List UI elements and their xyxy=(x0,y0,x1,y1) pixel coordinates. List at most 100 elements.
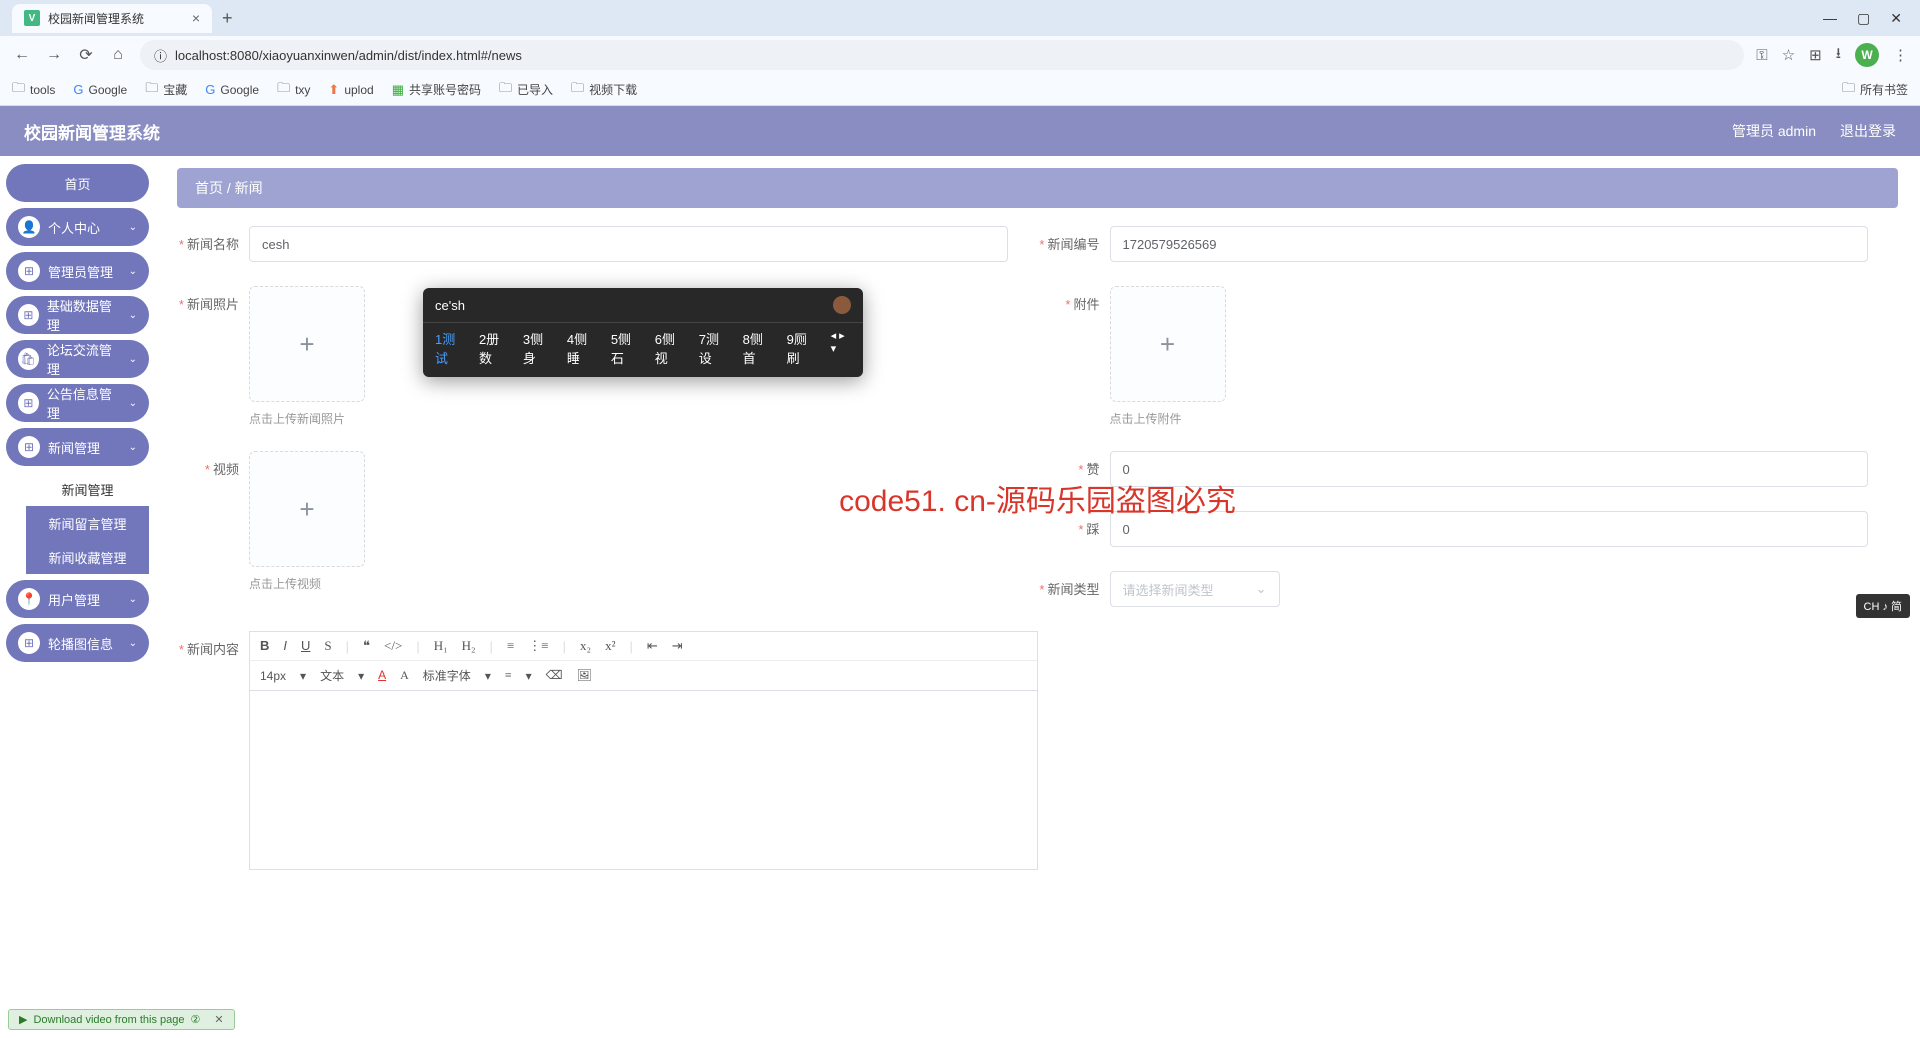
sidebar-item-profile[interactable]: 👤 个人中心 ⌄ xyxy=(6,208,149,246)
news-type-select[interactable]: 请选择新闻类型 ⌄ xyxy=(1110,571,1280,607)
profile-badge[interactable]: W xyxy=(1855,43,1879,67)
bookmark-item[interactable]: 🗀宝藏 xyxy=(145,79,187,101)
location-icon: 📍 xyxy=(18,588,40,610)
list-ordered-button[interactable]: ≡ xyxy=(507,638,514,654)
submenu-news-favorite[interactable]: 新闻收藏管理 xyxy=(26,540,149,574)
ime-candidate[interactable]: 1测试 xyxy=(435,329,465,367)
quote-button[interactable]: ❝ xyxy=(363,638,370,654)
sidebar-home[interactable]: 首页 xyxy=(6,164,149,202)
h1-button[interactable]: H₁ xyxy=(434,638,448,654)
bookmark-item[interactable]: 🗀已导入 xyxy=(499,79,553,101)
url-box[interactable]: ⓘ localhost:8080/xiaoyuanxinwen/admin/di… xyxy=(140,40,1744,70)
back-button[interactable]: ← xyxy=(12,46,32,64)
logout-link[interactable]: 退出登录 xyxy=(1840,121,1896,141)
breadcrumb-home[interactable]: 首页 xyxy=(195,180,223,196)
code-button[interactable]: </> xyxy=(384,638,402,654)
site-info-icon[interactable]: ⓘ xyxy=(154,46,167,65)
bold-button[interactable]: B xyxy=(260,638,269,654)
image-button[interactable]: 🖼 xyxy=(577,668,592,683)
label-news-content: 新闻内容 xyxy=(177,631,249,658)
submenu-news-manage[interactable]: 新闻管理 xyxy=(26,472,149,506)
clear-button[interactable]: ⌫ xyxy=(546,668,563,683)
window-controls: — ▢ ✕ xyxy=(1823,10,1912,27)
new-tab-button[interactable]: + xyxy=(222,8,233,29)
like-input[interactable] xyxy=(1110,451,1869,487)
sidebar-item-basedata[interactable]: ⊞ 基础数据管理 ⌄ xyxy=(6,296,149,334)
ime-candidate[interactable]: 9厕刷 xyxy=(787,329,817,367)
news-code-input[interactable] xyxy=(1110,226,1869,262)
list-bullet-button[interactable]: ⋮≡ xyxy=(528,638,548,654)
grid-icon: ⊞ xyxy=(18,304,39,326)
upload-attachment[interactable]: + xyxy=(1110,286,1226,402)
ime-emoji-icon[interactable] xyxy=(833,296,851,314)
font-family-select[interactable]: 标准字体 xyxy=(423,667,471,684)
bookmark-item[interactable]: ⬆uplod xyxy=(328,82,373,98)
minimize-button[interactable]: — xyxy=(1823,10,1837,27)
font-size-select[interactable]: 14px xyxy=(260,669,286,683)
bookmark-item[interactable]: 🗀txy xyxy=(277,79,310,101)
underline-button[interactable]: U xyxy=(301,638,310,654)
extensions-icon[interactable]: ⊞ xyxy=(1809,46,1822,64)
chevron-down-icon: ⌄ xyxy=(129,442,137,453)
home-button[interactable]: ⌂ xyxy=(108,46,128,64)
sidebar-item-news[interactable]: ⊞ 新闻管理 ⌄ xyxy=(6,428,149,466)
ime-candidate[interactable]: 7测设 xyxy=(699,329,729,367)
all-bookmarks[interactable]: 🗀所有书签 xyxy=(1842,79,1908,101)
browser-chrome: V 校园新闻管理系统 × + — ▢ ✕ ← → ⟳ ⌂ ⓘ localhost… xyxy=(0,0,1920,106)
h2-button[interactable]: H₂ xyxy=(462,638,476,654)
browser-tab[interactable]: V 校园新闻管理系统 × xyxy=(12,4,212,33)
reload-button[interactable]: ⟳ xyxy=(76,45,96,65)
menu-icon[interactable]: ⋮ xyxy=(1893,46,1908,64)
bookmark-item[interactable]: ▦共享账号密码 xyxy=(392,81,481,98)
dislike-input[interactable] xyxy=(1110,511,1869,547)
ime-candidate[interactable]: 2册数 xyxy=(479,329,509,367)
plus-icon: + xyxy=(299,329,314,360)
close-icon[interactable]: × xyxy=(192,10,200,26)
lang-badge[interactable]: CH ♪ 简 xyxy=(1856,594,1911,618)
bookmark-item[interactable]: 🗀tools xyxy=(12,79,55,101)
editor-body[interactable] xyxy=(249,690,1038,870)
ime-candidate[interactable]: 4侧睡 xyxy=(567,329,597,367)
address-bar: ← → ⟳ ⌂ ⓘ localhost:8080/xiaoyuanxinwen/… xyxy=(0,36,1920,74)
sidebar-item-forum[interactable]: 🛍 论坛交流管理 ⌄ xyxy=(6,340,149,378)
user-label[interactable]: 管理员 admin xyxy=(1732,121,1816,141)
upload-video[interactable]: + xyxy=(249,451,365,567)
ime-popup: ce'sh 1测试 2册数 3侧身 4侧睡 5侧石 6侧视 7测设 8侧首 9厕… xyxy=(423,288,863,377)
bgcolor-button[interactable]: A xyxy=(400,668,409,683)
news-name-input[interactable] xyxy=(249,226,1008,262)
grid-icon: ⊞ xyxy=(18,260,40,282)
italic-button[interactable]: I xyxy=(283,638,287,654)
indent-button[interactable]: ⇤ xyxy=(647,638,658,654)
color-button[interactable]: A xyxy=(378,668,386,683)
forward-button[interactable]: → xyxy=(44,46,64,64)
ime-candidate[interactable]: 6侧视 xyxy=(655,329,685,367)
password-icon[interactable]: ⚿ xyxy=(1756,47,1767,64)
bookmark-item[interactable]: GGoogle xyxy=(73,82,127,97)
sidebar-item-announce[interactable]: ⊞ 公告信息管理 ⌄ xyxy=(6,384,149,422)
close-icon[interactable]: ✕ xyxy=(214,1013,223,1026)
sidebar-item-carousel[interactable]: ⊞ 轮播图信息 ⌄ xyxy=(6,624,149,662)
close-window-button[interactable]: ✕ xyxy=(1890,10,1902,27)
tab-title: 校园新闻管理系统 xyxy=(48,10,184,27)
ime-candidate[interactable]: 5侧石 xyxy=(611,329,641,367)
ime-nav[interactable]: ◂ ▸ ▾ xyxy=(831,329,851,367)
submenu-news-comment[interactable]: 新闻留言管理 xyxy=(26,506,149,540)
outdent-button[interactable]: ⇥ xyxy=(672,638,683,654)
sidebar-item-user[interactable]: 📍 用户管理 ⌄ xyxy=(6,580,149,618)
upload-photo[interactable]: + xyxy=(249,286,365,402)
superscript-button[interactable]: x² xyxy=(605,638,615,654)
align-button[interactable]: ≡ xyxy=(505,668,512,683)
font-type-select[interactable]: 文本 xyxy=(320,667,344,684)
bookmarks-bar: 🗀tools GGoogle 🗀宝藏 GGoogle 🗀txy ⬆uplod ▦… xyxy=(0,74,1920,106)
strike-button[interactable]: S xyxy=(324,638,331,654)
bookmark-item[interactable]: 🗀视频下载 xyxy=(571,79,637,101)
sidebar-item-admin[interactable]: ⊞ 管理员管理 ⌄ xyxy=(6,252,149,290)
download-icon[interactable]: ⭳ xyxy=(1836,43,1841,68)
maximize-button[interactable]: ▢ xyxy=(1857,10,1870,27)
ime-candidate[interactable]: 3侧身 xyxy=(523,329,553,367)
bookmark-item[interactable]: GGoogle xyxy=(205,82,259,97)
download-banner[interactable]: ▶ Download video from this page ② ✕ xyxy=(8,1009,235,1030)
ime-candidate[interactable]: 8侧首 xyxy=(743,329,773,367)
subscript-button[interactable]: x₂ xyxy=(580,638,591,654)
bookmark-star-icon[interactable]: ☆ xyxy=(1782,46,1795,64)
